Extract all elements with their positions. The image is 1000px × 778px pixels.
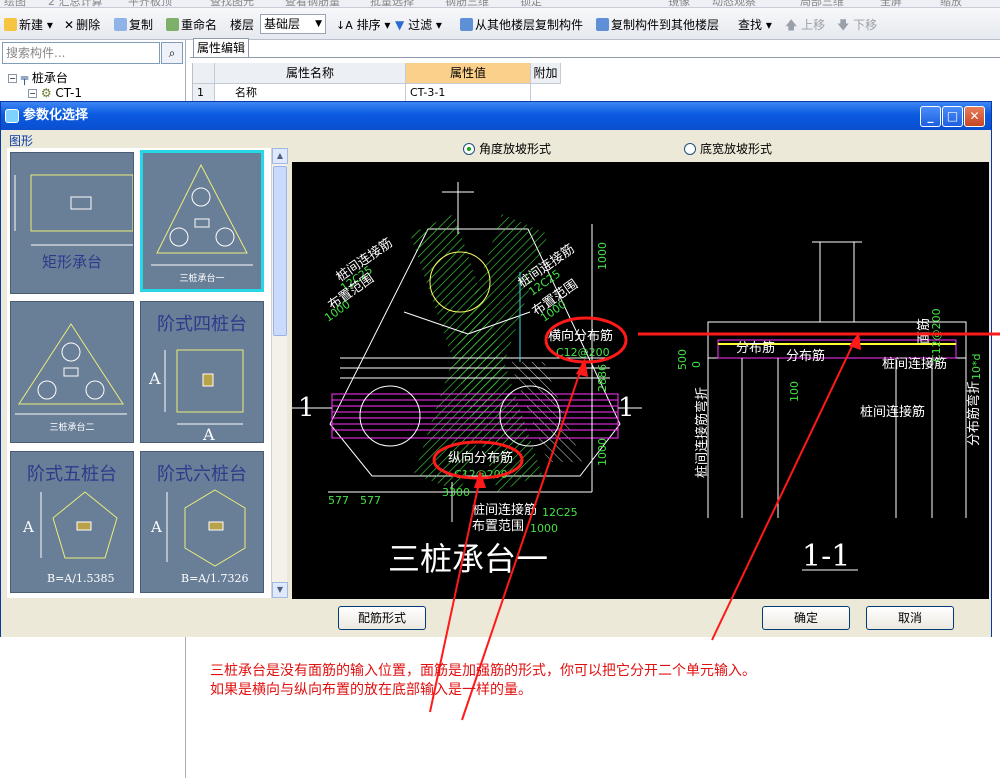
annotation-line-1: 三桩承台是没有面筋的输入位置，面筋是加强筋的形式，你可以把它分开二个单元输入。 — [210, 663, 756, 679]
annotation-line-2: 如果是横向与纵向布置的放在底部输入是一样的量。 — [210, 682, 532, 698]
